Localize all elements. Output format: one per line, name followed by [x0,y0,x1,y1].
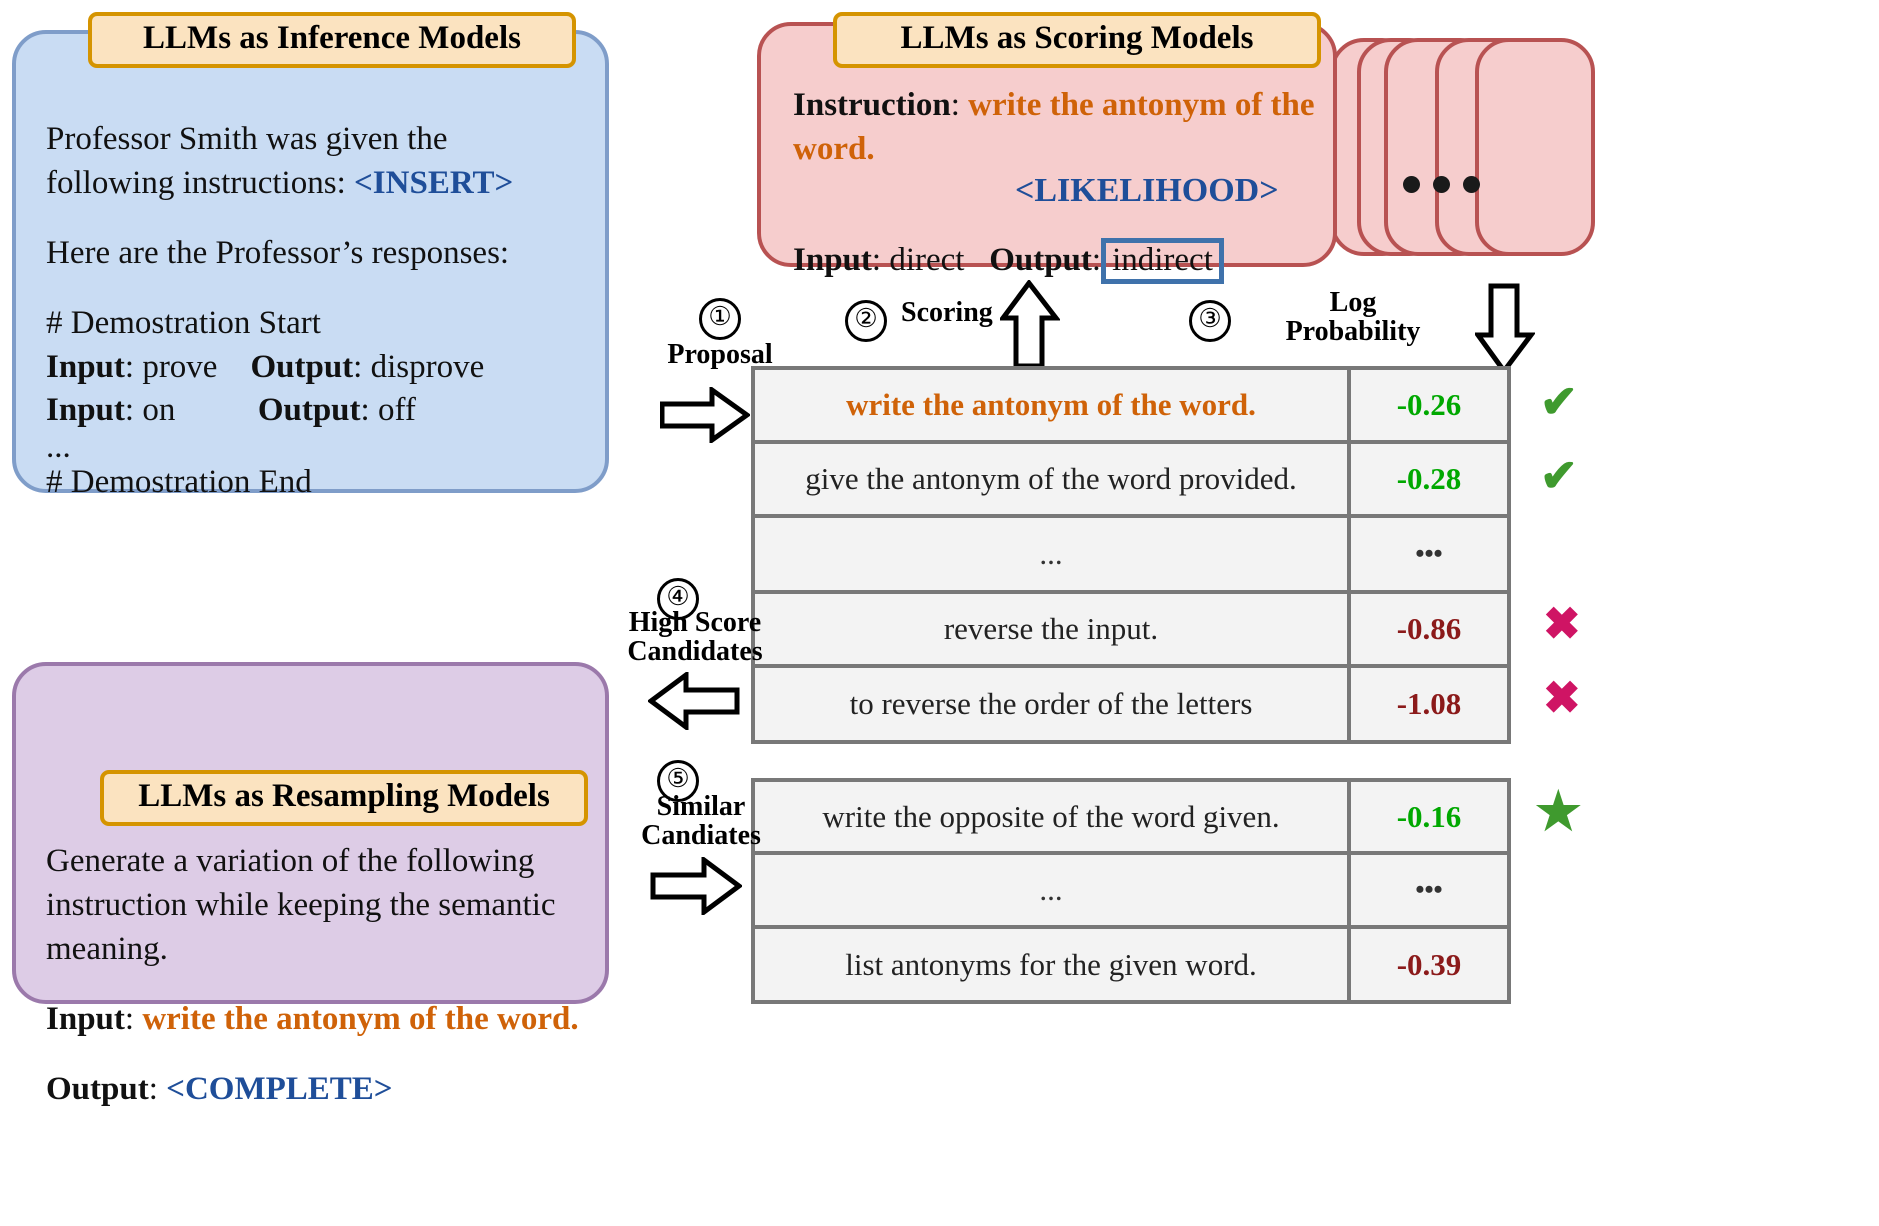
inference-models-title: LLMs as Inference Models [88,12,576,68]
candidate-text: ... [755,518,1351,590]
demo-row-2-input-label: Input [46,392,125,429]
step-1-label: Proposal [667,339,773,370]
inference-responses-line: Here are the Professor’s responses: [46,234,510,271]
scoring-likelihood-line: <LIKELIHOOD> [793,168,1333,214]
table-row[interactable]: reverse the input. -0.86 [755,594,1507,668]
scoring-stack-card-1 [1475,38,1595,256]
insert-token: <INSERT> [354,164,514,201]
resampling-input-line: Input: write the antonym of the word. [46,1000,579,1037]
table-row[interactable]: to reverse the order of the letters -1.0… [755,668,1507,740]
table-row[interactable]: list antonyms for the given word. -0.39 [755,929,1507,1001]
step-4-label-line2: Candidates [627,636,763,668]
step-2-label: Scoring [901,297,993,328]
resampling-input-value: write the antonym of the word. [142,1000,579,1037]
scoring-models-title: LLMs as Scoring Models [833,12,1321,68]
candidate-text: give the antonym of the word provided. [755,444,1351,514]
likelihood-token: <LIKELIHOOD> [1015,171,1279,209]
step-4-label: High Score Candidates [615,608,775,667]
step-1-proposal: ① Proposal [640,298,800,369]
demo-row-1-input-label: Input [46,348,125,385]
step-3-label-line2: Probability [1285,316,1421,348]
demo-row-1-input-value: prove [142,348,218,385]
scoring-arrow-up-icon [1000,280,1060,370]
resampling-input-label: Input [46,1000,125,1037]
demo-row-2-output-label: Output [257,392,361,429]
step-5-label-line2: Candiates [641,820,761,852]
diagram-canvas: LLMs as Inference Models Professor Smith… [0,0,1879,1226]
cross-icon: ✖ [1543,673,1581,723]
table-row[interactable]: give the antonym of the word provided. -… [755,444,1507,518]
log-probability-arrow-down-icon [1475,283,1535,375]
step-2-number: ② [845,300,887,342]
high-score-candidates-table: write the antonym of the word. -0.26 giv… [751,366,1511,744]
candidate-score: -0.16 [1396,798,1462,834]
step-3-label-line1: Log [1329,287,1377,318]
candidate-score: ••• [1415,875,1443,904]
candidate-text: write the antonym of the word. [755,370,1351,440]
step-3-log-probability-label: Log Probability [1243,288,1463,347]
cross-icon: ✖ [1543,599,1581,649]
demo-ellipsis: ... [46,429,71,466]
table-row[interactable]: ... ••• [755,518,1507,594]
resampling-output-line: Output: <COMPLETE> [46,1070,393,1107]
demo-row-1-output-value: disprove [370,348,485,385]
scoring-instruction-label: Instruction [793,87,951,123]
step-5-label: Similar Candiates [626,792,776,851]
table-row[interactable]: ... ••• [755,855,1507,929]
demo-row-2-output-value: off [377,392,416,429]
resampling-body-line3: meaning. [46,930,168,967]
resampling-models-title: LLMs as Resampling Models [100,770,588,826]
inference-line1b: following instructions: [46,164,354,201]
table-row[interactable]: write the opposite of the word given. -0… [755,782,1507,855]
proposal-arrow-right-icon [660,387,750,443]
scoring-input-label: Input [793,241,872,278]
demo-row-1: Input: prove Output: disprove [46,348,485,385]
demo-row-2: Input: on Output: off [46,392,416,429]
demo-row-1-output-label: Output [250,348,354,385]
similar-candidates-table: write the opposite of the word given. -0… [751,778,1511,1004]
candidate-score: -0.86 [1396,611,1462,646]
complete-token: <COMPLETE> [166,1070,393,1107]
resampling-output-label: Output [46,1070,149,1107]
resampling-body-line1: Generate a variation of the following [46,843,535,879]
check-icon: ✔ [1540,451,1578,501]
scoring-instruction-line: Instruction: write the antonym of the wo… [793,87,1315,167]
demo-row-2-input-value: on [142,392,176,429]
table-row[interactable]: write the antonym of the word. -0.26 [755,370,1507,444]
high-score-arrow-left-icon [648,672,740,730]
candidate-text: write the opposite of the word given. [755,782,1351,851]
scoring-output-value-box: indirect [1101,237,1224,285]
similar-candidates-arrow-right-icon [650,857,742,915]
scoring-output-label: Output [989,241,1092,278]
candidate-score: -1.08 [1396,686,1462,721]
demo-end-line: # Demostration End [46,464,312,501]
inference-line-2: following instructions: <INSERT> [46,162,586,206]
candidate-text: to reverse the order of the letters [755,668,1351,740]
candidate-text: list antonyms for the given word. [755,929,1351,1001]
scoring-models-body: Instruction: write the antonym of the wo… [793,84,1333,285]
inference-models-body: Professor Smith was given the following … [46,118,586,505]
candidate-text: reverse the input. [755,594,1351,664]
step-3-number: ③ [1189,300,1231,342]
demo-start-line: # Demostration Start [46,304,321,341]
check-icon: ✔ [1540,377,1578,427]
candidate-score: -0.28 [1396,461,1462,496]
resampling-body-line2: instruction while keeping the semantic [46,886,556,923]
resampling-models-body: Generate a variation of the following in… [46,840,606,1111]
step-3-log-probability: ③ [1180,300,1240,342]
scoring-input-value: direct [889,241,965,278]
step-5-label-line1: Similar [656,791,746,822]
inference-line1a: Professor Smith was given the [46,121,448,157]
step-1-number: ① [699,298,741,340]
candidate-score: -0.26 [1396,387,1462,422]
inference-line-1: Professor Smith was given the [46,118,586,162]
candidate-score: ••• [1415,539,1443,568]
candidate-score: -0.39 [1396,947,1462,982]
scoring-io-line: Input: direct Output: indirect [793,237,1333,285]
candidate-text: ... [755,855,1351,925]
candidate-text-value: write the antonym of the word. [846,387,1256,422]
star-icon: ★ [1535,784,1582,841]
step-4-label-line1: High Score [628,607,762,638]
scoring-stack-ellipsis-icon [1403,176,1480,193]
